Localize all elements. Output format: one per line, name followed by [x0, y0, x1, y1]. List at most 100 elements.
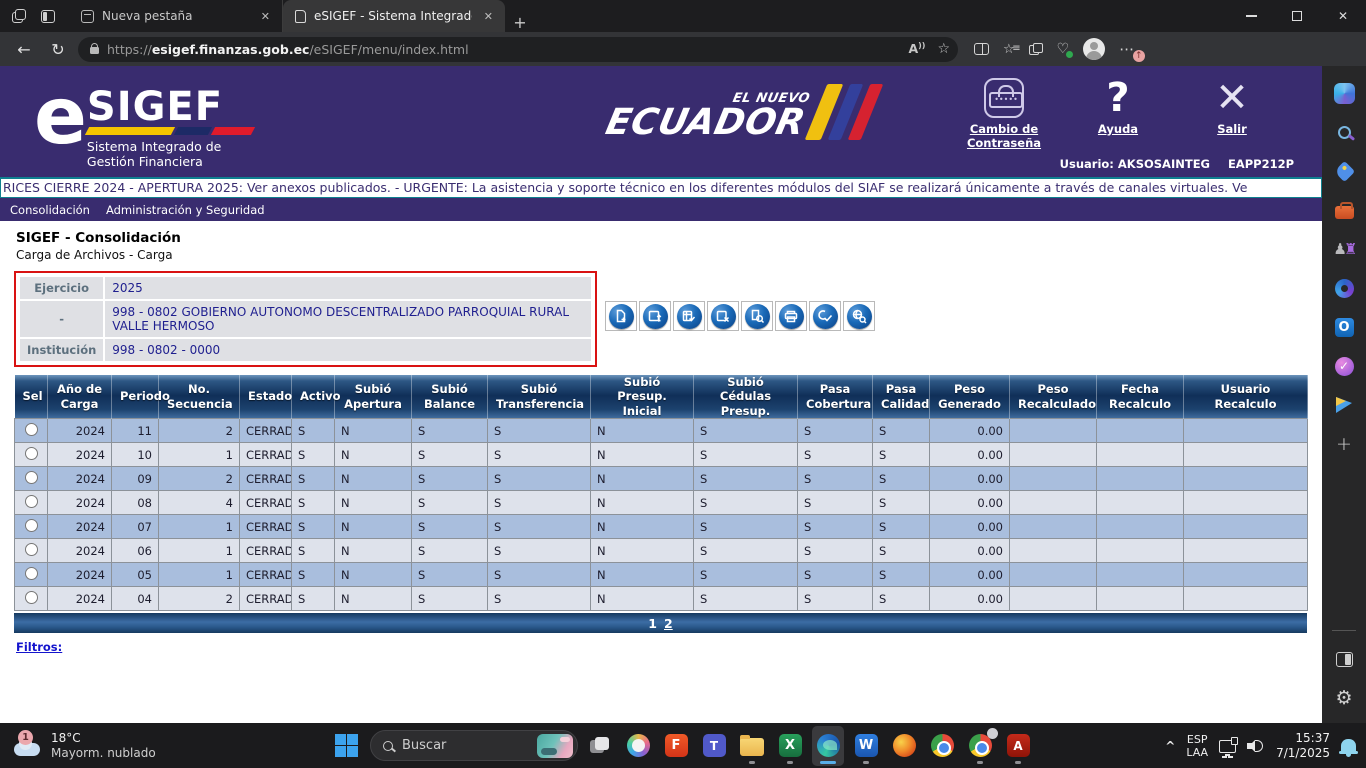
split-screen-icon[interactable]	[974, 43, 989, 55]
table-cell	[1097, 443, 1184, 467]
tab-close-icon[interactable]: ✕	[480, 8, 497, 25]
change-password-link[interactable]: Cambio de Contraseña	[962, 74, 1046, 150]
profile-avatar[interactable]	[1083, 38, 1105, 60]
row-select-radio[interactable]	[25, 447, 38, 460]
tab-nueva-pestana[interactable]: Nueva pestaña ✕	[69, 0, 283, 32]
column-header: Año de Carga	[48, 375, 112, 419]
taskbar-search[interactable]: Buscar	[370, 730, 578, 761]
invalidate-button[interactable]	[707, 301, 739, 331]
tab-esigef[interactable]: eSIGEF - Sistema Integrado de G ✕	[283, 0, 505, 32]
acrobat-icon[interactable]: A	[1002, 726, 1034, 766]
preview-button[interactable]	[741, 301, 773, 331]
column-header: Sel	[15, 375, 48, 419]
row-select-radio[interactable]	[25, 591, 38, 604]
settings-more-icon[interactable]: ⋯↑	[1119, 40, 1141, 58]
copilot-icon[interactable]	[622, 726, 654, 766]
menu-consolidacion[interactable]: Consolidación	[10, 203, 90, 217]
tab-close-icon[interactable]: ✕	[257, 8, 274, 25]
browser-titlebar: Nueva pestaña ✕ eSIGEF - Sistema Integra…	[0, 0, 1366, 32]
back-button[interactable]: ←	[10, 35, 38, 63]
filters-link[interactable]: Filtros:	[16, 640, 62, 654]
m365-icon[interactable]	[1333, 277, 1355, 299]
copilot-icon[interactable]	[1333, 82, 1355, 104]
row-select-radio[interactable]	[25, 519, 38, 532]
teams-icon[interactable]: T	[698, 726, 730, 766]
url-text: https://esigef.finanzas.gob.ec/eSIGEF/me…	[107, 42, 469, 57]
menu-administracion[interactable]: Administración y Seguridad	[106, 203, 265, 217]
table-cell: 1	[159, 515, 240, 539]
column-header: Peso Generado	[930, 375, 1010, 419]
page-current[interactable]: 1	[648, 616, 657, 631]
print-button[interactable]	[775, 301, 807, 331]
action-toolbar	[605, 301, 875, 332]
notification-bell-icon[interactable]	[1341, 739, 1356, 753]
chrome-icon[interactable]	[926, 726, 958, 766]
address-bar[interactable]: https://esigef.finanzas.gob.ec/eSIGEF/me…	[78, 37, 958, 62]
window-minimize-button[interactable]	[1228, 0, 1274, 32]
window-maximize-button[interactable]	[1274, 0, 1320, 32]
read-aloud-icon[interactable]: A))	[908, 41, 925, 56]
row-select-radio[interactable]	[25, 495, 38, 508]
edge-icon[interactable]	[812, 726, 844, 766]
file-explorer-icon[interactable]	[736, 726, 768, 766]
designer-icon[interactable]: ✓	[1333, 355, 1355, 377]
settings-gear-icon[interactable]: ⚙	[1333, 687, 1355, 709]
tools-toolbox-icon[interactable]	[1333, 199, 1355, 221]
table-cell: 04	[112, 587, 159, 611]
link-label: Ayuda	[1076, 122, 1160, 136]
add-plus-icon[interactable]: +	[1333, 433, 1355, 455]
page-2-link[interactable]: 2	[664, 616, 673, 631]
help-link[interactable]: ? Ayuda	[1076, 74, 1160, 150]
task-view-icon[interactable]	[584, 726, 616, 766]
table-cell: S	[798, 587, 873, 611]
foxit-pdf-icon[interactable]: F	[660, 726, 692, 766]
drop-plane-icon[interactable]	[1333, 394, 1355, 416]
logout-link[interactable]: ✕ Salir	[1190, 74, 1274, 150]
lock-icon	[90, 47, 99, 54]
favorite-star-icon[interactable]: ☆	[937, 41, 950, 57]
table-cell: CERRADO	[240, 563, 292, 587]
table-cell	[1097, 467, 1184, 491]
approve-button[interactable]	[809, 301, 841, 331]
collections-icon[interactable]	[1029, 43, 1043, 55]
logo-e: e	[34, 70, 85, 169]
table-cell: N	[335, 563, 412, 587]
tray-chevron-icon[interactable]: ^	[1165, 739, 1175, 753]
side-panel-icon[interactable]	[1333, 648, 1355, 670]
firefox-icon[interactable]	[888, 726, 920, 766]
table-cell: S	[412, 467, 488, 491]
table-cell: S	[694, 467, 798, 491]
window-close-button[interactable]: ✕	[1320, 0, 1366, 32]
row-select-radio[interactable]	[25, 543, 38, 556]
language-indicator[interactable]: ESP LAA	[1186, 733, 1208, 759]
save-upload-button[interactable]	[639, 301, 671, 331]
clock[interactable]: 15:37 7/1/2025	[1276, 731, 1330, 761]
row-select-radio[interactable]	[25, 471, 38, 484]
network-display-icon[interactable]	[1219, 740, 1236, 753]
word-icon[interactable]: W	[850, 726, 882, 766]
row-select-radio[interactable]	[25, 423, 38, 436]
table-cell	[1184, 515, 1308, 539]
validate-button[interactable]	[673, 301, 705, 331]
tab-actions-icon[interactable]	[41, 10, 55, 23]
row-select-radio[interactable]	[25, 567, 38, 580]
search-highlight-image	[537, 734, 573, 758]
excel-icon[interactable]: X	[774, 726, 806, 766]
outlook-icon[interactable]: O	[1333, 316, 1355, 338]
search-icon[interactable]	[1333, 121, 1355, 143]
new-tab-button[interactable]: +	[505, 13, 535, 32]
column-header: Activo	[292, 375, 335, 419]
weather-widget[interactable]: 1 18°C Mayorm. nublado	[12, 731, 156, 761]
games-chess-icon[interactable]: ♟♜	[1333, 238, 1355, 260]
refresh-button[interactable]: ↻	[44, 35, 72, 63]
browser-essentials-icon[interactable]: ♡	[1057, 41, 1070, 57]
new-file-button[interactable]	[605, 301, 637, 331]
shopping-tag-icon[interactable]	[1333, 160, 1355, 182]
volume-icon[interactable]	[1247, 738, 1265, 754]
start-button[interactable]	[332, 726, 364, 766]
workspaces-icon[interactable]	[12, 9, 27, 23]
favorites-icon[interactable]: ☆	[1003, 42, 1015, 57]
chrome-profile-icon[interactable]	[964, 726, 996, 766]
announcement-marquee: RICES CIERRE 2024 - APERTURA 2025: Ver a…	[0, 178, 1322, 198]
global-search-button[interactable]	[843, 301, 875, 331]
